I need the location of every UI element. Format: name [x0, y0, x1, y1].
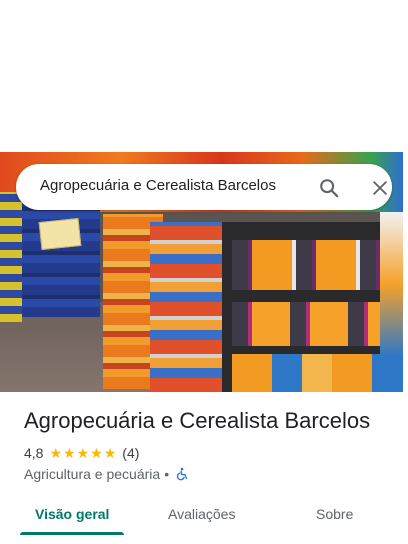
close-icon[interactable] [370, 178, 390, 198]
place-tabs: Visão geral Avaliações Sobre [0, 496, 408, 544]
photo-rack [222, 222, 403, 392]
active-tab-indicator [20, 532, 124, 535]
star-icon: ★ [49, 445, 63, 461]
rating-row[interactable]: 4,8 ★ ★ ★ ★ ★ (4) [24, 444, 139, 462]
place-category[interactable]: Agricultura e pecuária [24, 466, 160, 482]
separator-dot: • [164, 466, 170, 482]
search-bar[interactable]: Agropecuária e Cerealista Barcelos [16, 164, 392, 210]
tab-about[interactable]: Sobre [316, 506, 353, 522]
search-icon[interactable] [318, 177, 340, 199]
wheelchair-icon[interactable] [175, 467, 189, 481]
review-count[interactable]: (4) [122, 445, 139, 461]
photo-right-edge [380, 212, 403, 392]
tab-overview[interactable]: Visão geral [35, 506, 109, 522]
rating-stars: ★ ★ ★ ★ ★ [49, 446, 116, 460]
star-icon: ★ [76, 445, 90, 461]
search-query[interactable]: Agropecuária e Cerealista Barcelos [40, 177, 276, 194]
star-icon: ★ [103, 445, 117, 461]
photo-shelf-edge [0, 192, 22, 322]
tab-reviews[interactable]: Avaliações [168, 506, 235, 522]
star-icon: ★ [90, 445, 103, 461]
top-blank-area [0, 0, 408, 152]
rating-value: 4,8 [24, 445, 44, 461]
place-title: Agropecuária e Cerealista Barcelos [24, 408, 371, 433]
star-icon: ★ [63, 445, 76, 461]
photo-rack-row [232, 354, 403, 392]
category-row: Agricultura e pecuária • [24, 465, 189, 483]
photo-bag-stack [150, 222, 225, 392]
photo-rack-row [232, 302, 403, 346]
photo-rack-row [232, 240, 403, 290]
photo-price-tag [38, 217, 82, 251]
